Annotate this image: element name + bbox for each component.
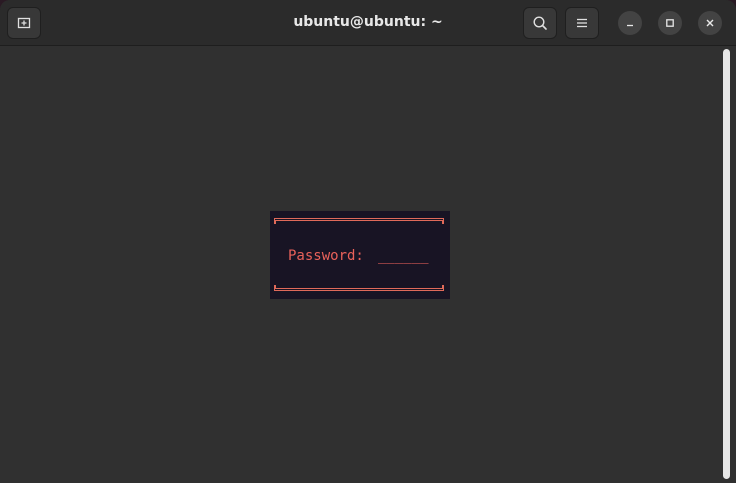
- search-button[interactable]: [523, 7, 557, 39]
- new-tab-icon: [17, 17, 31, 29]
- dialog-frame-top: [274, 218, 444, 224]
- password-input[interactable]: ______: [378, 247, 432, 265]
- terminal-window: ubuntu@ubuntu: ~ Password: ______: [0, 0, 736, 483]
- close-button[interactable]: [698, 11, 722, 35]
- password-label: Password:: [288, 248, 364, 264]
- dialog-frame-bottom: [274, 285, 444, 291]
- search-icon: [533, 16, 547, 30]
- titlebar: ubuntu@ubuntu: ~: [0, 0, 736, 46]
- new-tab-button[interactable]: [7, 7, 41, 39]
- close-icon: [706, 19, 714, 27]
- menu-button[interactable]: [565, 7, 599, 39]
- scrollbar-thumb[interactable]: [723, 49, 730, 479]
- minimize-icon: [627, 24, 633, 27]
- vertical-scrollbar[interactable]: [722, 49, 731, 479]
- maximize-icon: [666, 19, 674, 27]
- hamburger-menu-icon: [577, 18, 587, 28]
- maximize-button[interactable]: [658, 11, 682, 35]
- minimize-button[interactable]: [618, 11, 642, 35]
- password-dialog: Password: ______: [270, 211, 450, 299]
